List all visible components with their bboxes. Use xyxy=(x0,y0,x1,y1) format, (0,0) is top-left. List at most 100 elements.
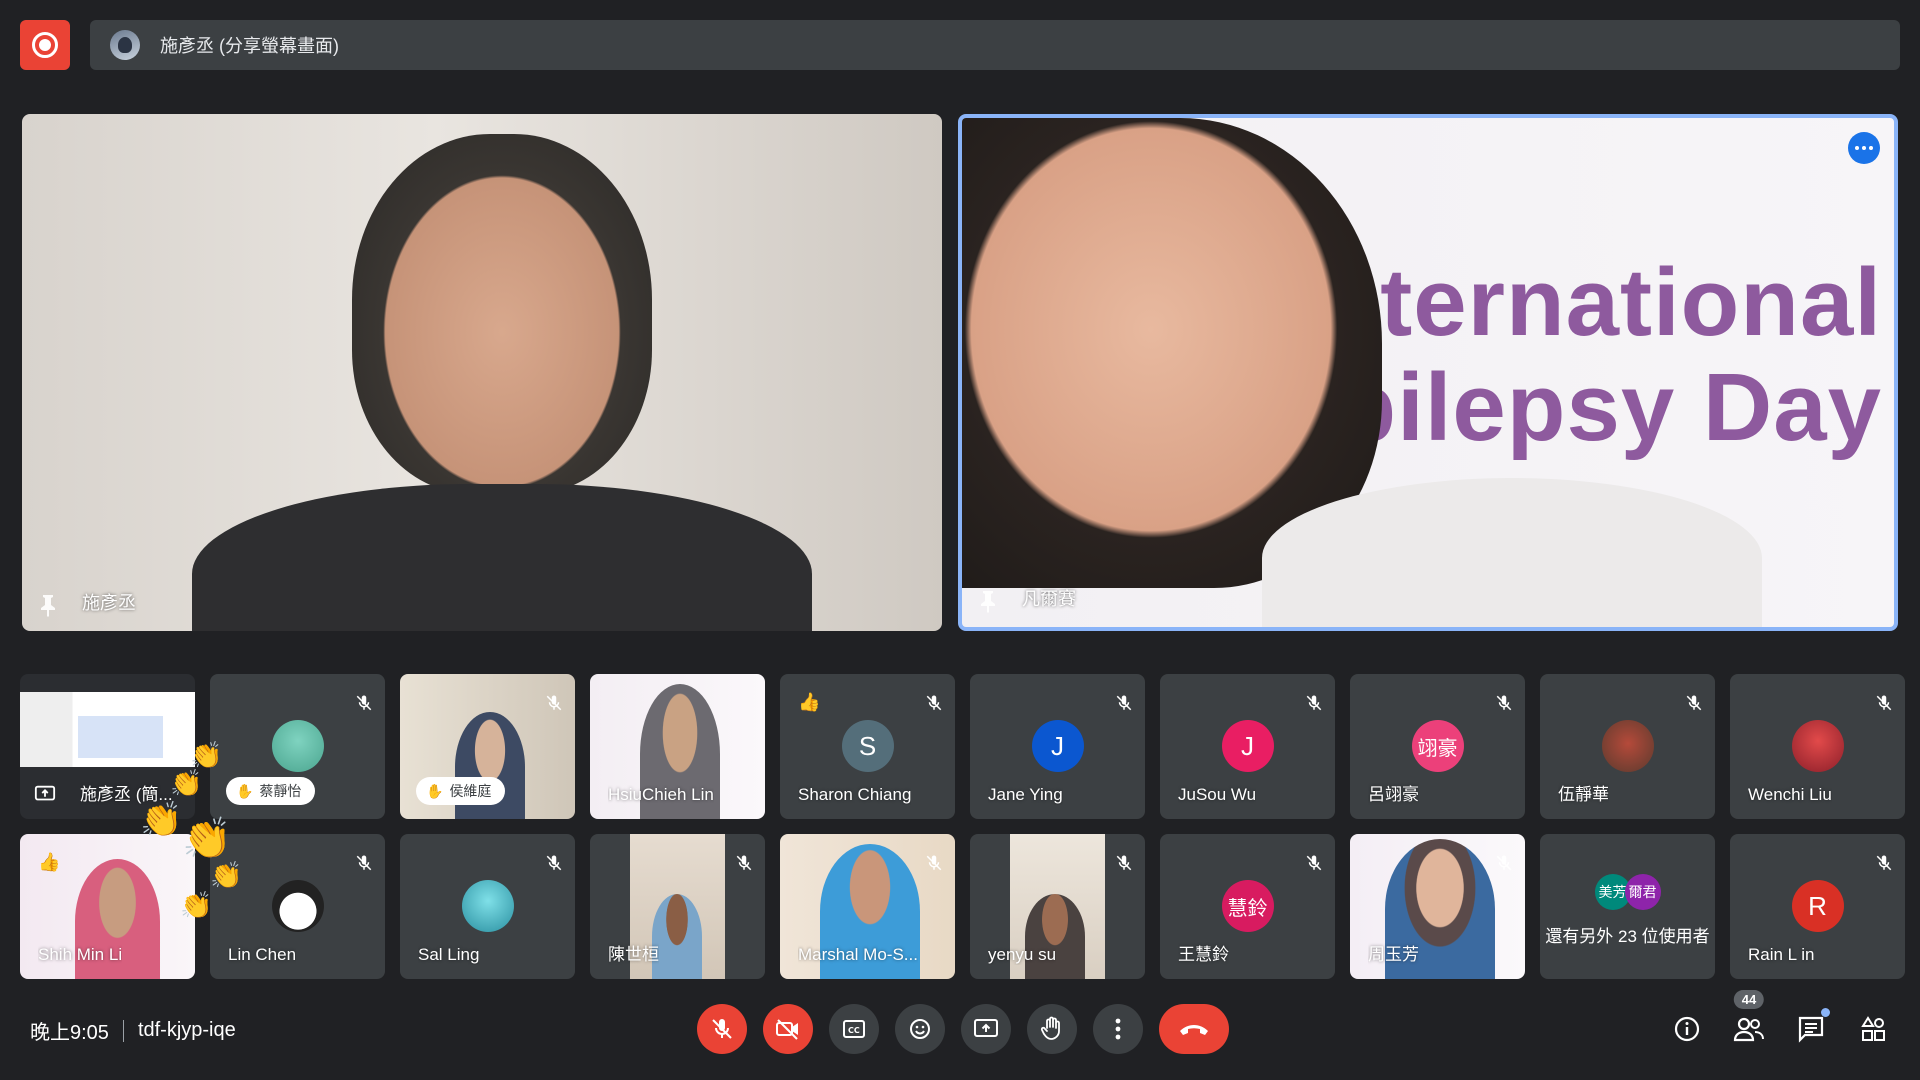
mic-off-icon xyxy=(1876,695,1892,711)
participant-name: 王慧鈴 xyxy=(1178,945,1229,964)
mic-off-icon xyxy=(1686,695,1702,711)
present-button[interactable] xyxy=(961,1004,1011,1054)
avatar xyxy=(461,880,514,932)
mic-off-icon xyxy=(1116,695,1132,711)
record-icon xyxy=(32,32,58,58)
participant-video xyxy=(1025,894,1085,979)
participant-name: JuSou Wu xyxy=(1178,785,1257,804)
participant-tile[interactable]: Marshal Mo-S... xyxy=(780,834,955,979)
presenter-label: 施彥丞 (分享螢幕畫面) xyxy=(160,36,339,56)
participant-tile[interactable]: J Jane Ying xyxy=(970,674,1145,819)
participant-tile[interactable]: 周玉芳 xyxy=(1350,834,1525,979)
chat-button[interactable] xyxy=(1794,1008,1830,1046)
participant-video xyxy=(652,894,702,979)
participant-tile[interactable]: 伍靜華 xyxy=(1540,674,1715,819)
end-call-button[interactable] xyxy=(1159,1004,1229,1054)
raised-hand-badge: ✋ 侯維庭 xyxy=(416,777,506,805)
more-participants-tile[interactable]: 美芳 爾君 還有另外 23 位使用者 xyxy=(1540,834,1715,979)
participant-name: 周玉芳 xyxy=(1368,945,1419,964)
participant-name: Shih Min Li xyxy=(38,945,123,964)
participant-tile[interactable]: R Rain L in xyxy=(1730,834,1905,979)
main-video-tile-2[interactable]: ternational pilepsy Day 凡爾賽 xyxy=(958,114,1898,631)
participant-tile[interactable]: 翊豪 呂翊豪 xyxy=(1350,674,1525,819)
participant-tile[interactable]: J JuSou Wu xyxy=(1160,674,1335,819)
avatar xyxy=(1601,720,1654,772)
emoji-icon xyxy=(910,1019,930,1039)
participant-tile[interactable]: 陳世桓 xyxy=(590,834,765,979)
participant-tile[interactable]: ✋ 侯維庭 xyxy=(400,674,575,819)
avatar xyxy=(271,720,324,772)
info-icon xyxy=(1674,1016,1700,1042)
participant-name: 呂翊豪 xyxy=(1368,785,1419,804)
participant-tile[interactable]: 慧鈴 王慧鈴 xyxy=(1160,834,1335,979)
mic-off-icon xyxy=(926,695,942,711)
mic-off-icon xyxy=(926,855,942,871)
participant-name: Sharon Chiang xyxy=(798,785,912,804)
raise-hand-icon xyxy=(1040,1016,1060,1040)
meeting-info: 晚上9:05 tdf-kjyp-iqe xyxy=(30,1016,236,1045)
more-participants-label: 還有另外 23 位使用者 xyxy=(1545,927,1710,946)
present-icon xyxy=(34,785,56,801)
mic-off-icon xyxy=(1496,855,1512,871)
camera-toggle-button[interactable] xyxy=(763,1004,813,1054)
participant-name: Rain L in xyxy=(1748,945,1815,964)
participant-name: 施彥丞 xyxy=(82,593,136,613)
thumbs-up-reaction: 👍 xyxy=(38,852,61,872)
captions-icon: CC xyxy=(843,1020,865,1038)
more-vert-icon xyxy=(1115,1018,1121,1040)
participant-name: 陳世桓 xyxy=(608,945,659,964)
chat-icon xyxy=(1798,1016,1824,1043)
clap-icon: 👏 xyxy=(210,860,243,890)
mic-off-icon xyxy=(736,855,752,871)
svg-text:CC: CC xyxy=(848,1026,860,1035)
people-button[interactable]: 44 xyxy=(1732,990,1766,1046)
emoji-button[interactable] xyxy=(895,1004,945,1054)
clap-icon: 👏 xyxy=(140,801,183,839)
pin-icon[interactable] xyxy=(978,589,998,613)
pin-icon[interactable] xyxy=(38,593,58,617)
avatar: 翊豪 xyxy=(1411,720,1464,772)
background-text-line-1: ternational xyxy=(1380,249,1882,356)
mic-off-icon xyxy=(1876,855,1892,871)
presenter-avatar xyxy=(110,30,140,60)
record-indicator[interactable] xyxy=(20,20,70,70)
meeting-code: tdf-kjyp-iqe xyxy=(137,1019,236,1041)
raise-hand-button[interactable] xyxy=(1027,1004,1077,1054)
avatar: J xyxy=(1031,720,1084,772)
participant-tile[interactable]: Sal Ling xyxy=(400,834,575,979)
mic-toggle-button[interactable] xyxy=(697,1004,747,1054)
avatar: J xyxy=(1221,720,1274,772)
mic-off-icon xyxy=(1306,695,1322,711)
participant-name: 凡爾賽 xyxy=(1022,589,1076,609)
participant-tile[interactable]: yenyu su xyxy=(970,834,1145,979)
participant-tile[interactable]: 👍 S Sharon Chiang xyxy=(780,674,955,819)
meeting-details-button[interactable] xyxy=(1670,1012,1704,1046)
side-panel-buttons: 44 xyxy=(1670,990,1890,1046)
participant-tile[interactable]: HsiuChieh Lin xyxy=(590,674,765,819)
participant-name: HsiuChieh Lin xyxy=(608,785,714,804)
mic-off-icon xyxy=(1496,695,1512,711)
presentation-bar[interactable]: 施彥丞 (分享螢幕畫面) xyxy=(90,20,1900,70)
captions-button[interactable]: CC xyxy=(829,1004,879,1054)
clap-icon: 👏 xyxy=(190,740,223,770)
clap-icon: 👏 xyxy=(182,817,232,861)
activities-icon xyxy=(1861,1016,1885,1041)
thumbs-up-reaction: 👍 xyxy=(798,692,821,712)
people-icon xyxy=(1733,1017,1764,1042)
activities-button[interactable] xyxy=(1856,1012,1890,1046)
main-video-tile-1[interactable]: 施彥丞 xyxy=(22,114,942,631)
clap-reactions: 👏 👏 👏 👏 👏 👏 xyxy=(140,740,250,920)
end-call-icon xyxy=(1180,1025,1208,1035)
participant-name: 伍靜華 xyxy=(1558,785,1609,804)
more-options-button[interactable] xyxy=(1093,1004,1143,1054)
more-options-button[interactable] xyxy=(1848,132,1880,164)
mic-off-icon xyxy=(546,695,562,711)
mic-off-icon xyxy=(712,1019,732,1039)
present-icon xyxy=(974,1019,998,1037)
background-text-line-2: pilepsy Day xyxy=(1337,354,1882,461)
camera-off-icon xyxy=(776,1019,798,1040)
mic-off-icon xyxy=(166,695,182,711)
participant-tile[interactable]: Wenchi Liu xyxy=(1730,674,1905,819)
participant-count-badge: 44 xyxy=(1733,990,1765,1009)
avatar-group: 美芳 爾君 xyxy=(1594,874,1661,910)
